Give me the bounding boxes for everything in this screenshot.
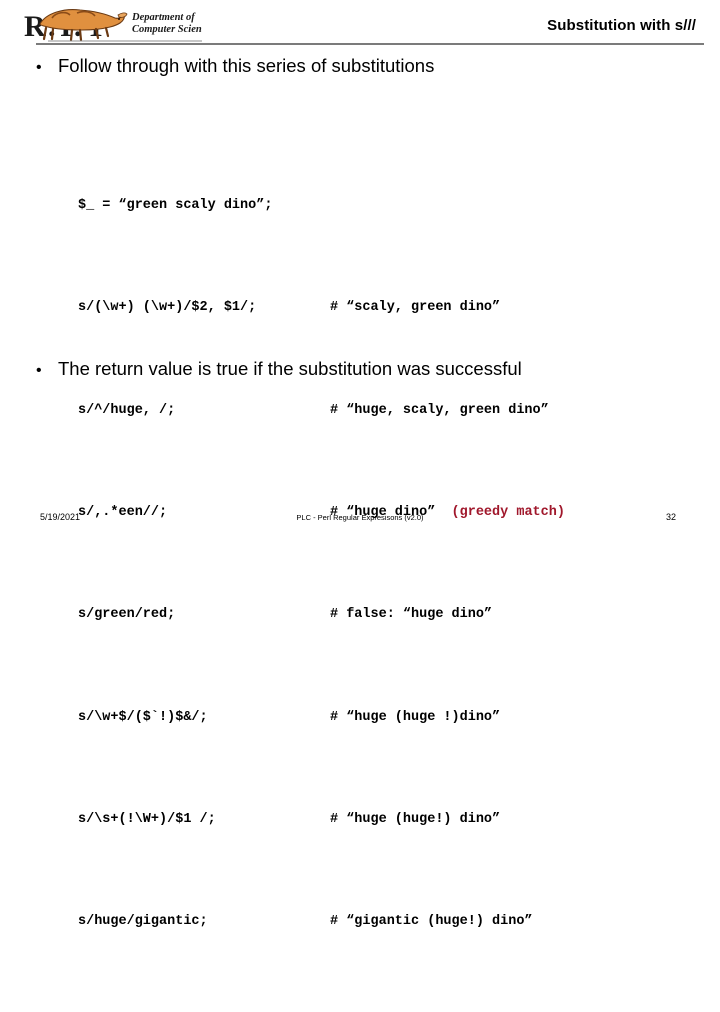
code-line: s/green/red; # false: “huge dino” <box>78 602 492 628</box>
code-line: s/\s+(!\W+)/$1 /; # “huge (huge!) dino” <box>78 807 500 833</box>
logo-dept-line-1: Department of <box>131 12 196 23</box>
code-statement: s/green/red; <box>78 607 176 623</box>
bullet-item-1: • Follow through with this series of sub… <box>36 55 434 77</box>
bullet-text-1: Follow through with this series of subst… <box>58 55 435 76</box>
code-comment: # “huge, scaly, green dino” <box>330 398 549 424</box>
code-comment-text: # “scaly, green dino” <box>330 300 501 316</box>
code-statement: s/\w+$/($`!)$&/; <box>78 709 208 725</box>
rit-cs-logo: R . I . T Department of Computer Science <box>22 4 202 44</box>
code-line: $_ = “green scaly dino”; <box>78 193 272 219</box>
code-comment: # false: “huge dino” <box>330 602 492 628</box>
code-statement: s/huge/gigantic; <box>78 914 208 930</box>
bullet-marker-icon: • <box>36 59 42 76</box>
logo-dept-line-2: Computer Science <box>132 24 202 35</box>
code-statement: s/(\w+) (\w+)/$2, $1/; <box>78 300 257 316</box>
page-title: Substitution with s/// <box>547 17 696 34</box>
code-comment: # “scaly, green dino” <box>330 295 500 321</box>
code-comment-text: # “huge, scaly, green dino” <box>330 402 549 418</box>
code-statement: $_ = “green scaly dino”; <box>78 197 273 213</box>
code-line: s/\w+$/($`!)$&/; # “huge (huge !)dino” <box>78 705 500 731</box>
code-statement: s/^/huge, /; <box>78 402 176 418</box>
rit-cs-logo-graphic: R . I . T Department of Computer Science <box>24 9 202 43</box>
code-comment: # “huge (huge!) dino” <box>330 807 500 833</box>
code-block: $_ = “green scaly dino”; s/(\w+) (\w+)/$… <box>78 116 565 986</box>
bullet-marker-icon: • <box>36 362 42 379</box>
footer-subject: PLC - Perl Regular Expresisons (v2.0) <box>296 513 424 522</box>
header-divider <box>36 43 704 45</box>
code-line: s/^/huge, /; # “huge, scaly, green dino” <box>78 398 549 424</box>
slide-footer: 5/19/2021 PLC - Perl Regular Expresisons… <box>0 508 720 532</box>
code-line: s/huge/gigantic; # “gigantic (huge!) din… <box>78 909 533 935</box>
code-comment: # “huge (huge !)dino” <box>330 705 500 731</box>
code-statement: s/\s+(!\W+)/$1 /; <box>78 812 216 828</box>
bullet-text-2: The return value is true if the substitu… <box>58 358 522 379</box>
code-comment: # “gigantic (huge!) dino” <box>330 909 533 935</box>
slide-header: R . I . T Department of Computer Science… <box>0 0 720 46</box>
code-comment-text: # “huge (huge!) dino” <box>330 812 501 828</box>
bullet-item-2: • The return value is true if the substi… <box>36 358 522 380</box>
code-comment-text: # “gigantic (huge!) dino” <box>330 914 533 930</box>
code-comment-text: # “huge (huge !)dino” <box>330 709 501 725</box>
code-line: s/(\w+) (\w+)/$2, $1/; # “scaly, green d… <box>78 295 500 321</box>
svg-text:R: R <box>24 10 46 43</box>
tiger-icon <box>39 9 128 42</box>
code-comment-text: # false: “huge dino” <box>330 607 493 623</box>
footer-page-number: 32 <box>665 512 676 522</box>
